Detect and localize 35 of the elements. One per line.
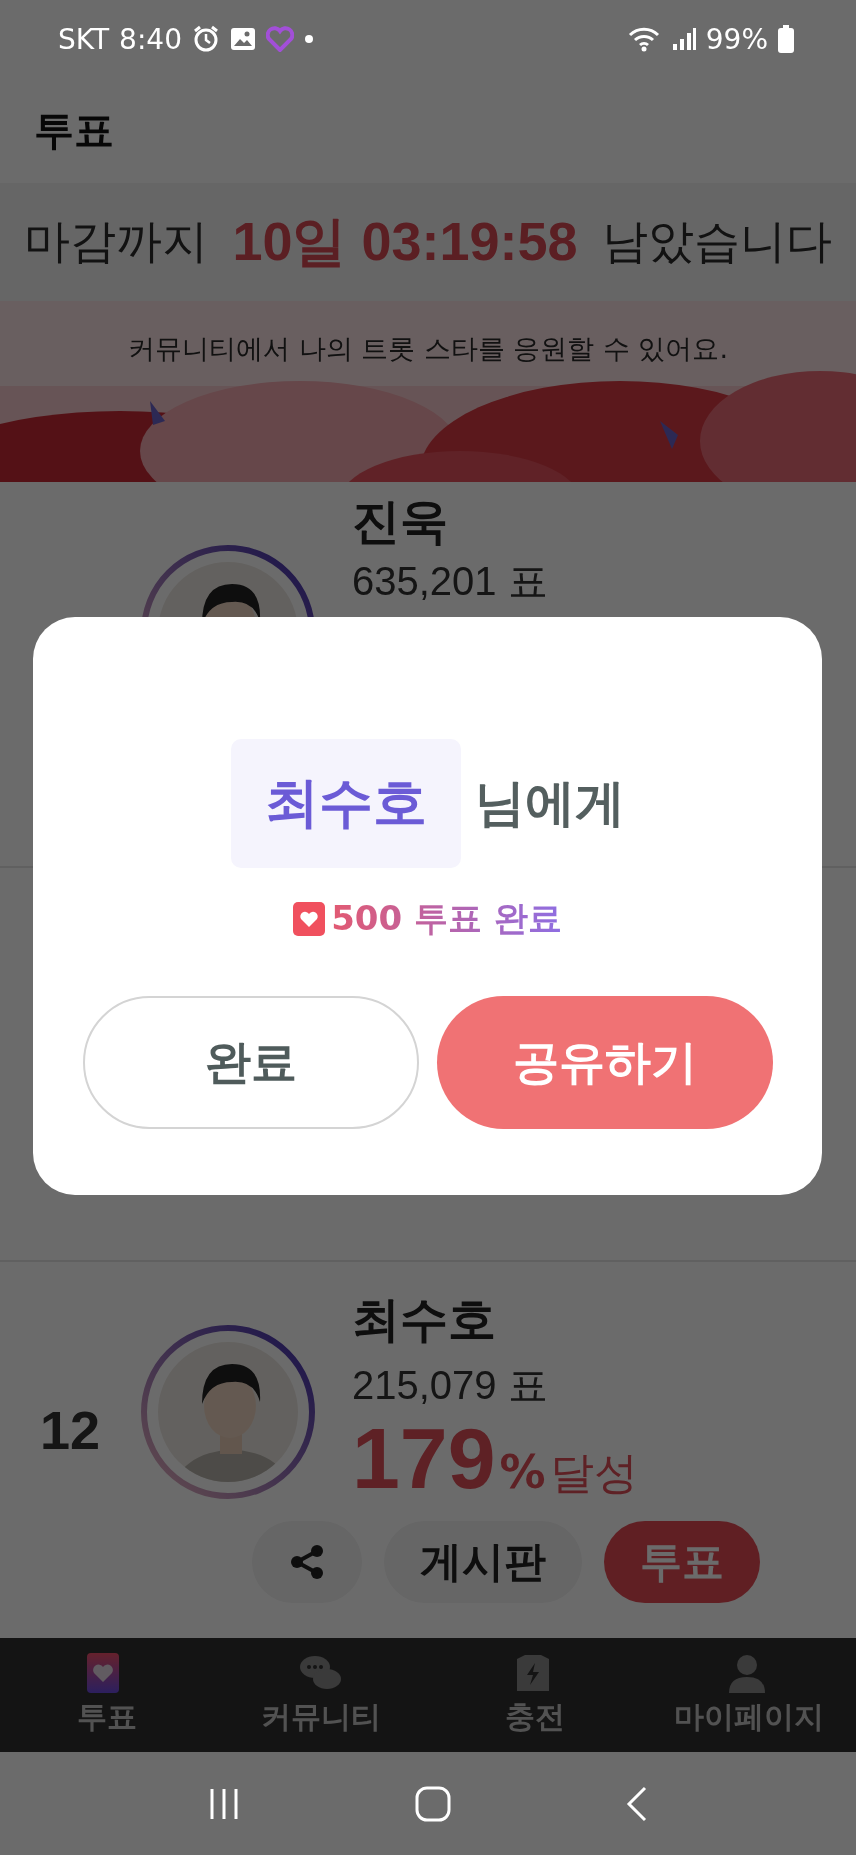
battery-icon: [778, 25, 794, 53]
carrier-text: SKT: [58, 22, 110, 56]
page-title: 투표: [34, 106, 114, 155]
back-icon[interactable]: [626, 1785, 649, 1822]
alarm-clock-icon: [191, 25, 220, 53]
done-button[interactable]: 완료: [82, 996, 419, 1129]
rank-number: 12: [38, 1399, 102, 1461]
candidate-name: 진욱: [352, 492, 449, 551]
heart-logo-icon: [265, 26, 294, 52]
recipient-suffix: 님에게: [474, 773, 625, 834]
nav-tab[interactable]: 충전: [428, 1638, 642, 1752]
image-icon: [229, 27, 256, 51]
recipient-name: 최수호: [230, 739, 461, 868]
clock-text: 8:40: [119, 22, 182, 56]
vote-count: 215,079 표: [352, 1362, 549, 1409]
banner-text: 커뮤니티에서 나의 트롯 스타를 응원할 수 있어요.: [126, 332, 730, 366]
achievement-percent: 179: [352, 1415, 496, 1501]
achievement-label: 달성: [549, 1446, 638, 1500]
countdown-label: 남았습니다: [601, 213, 832, 270]
wifi-icon: [627, 26, 662, 52]
nav-tab[interactable]: 커뮤니티: [214, 1638, 428, 1752]
signal-icon: [671, 27, 696, 51]
share-button[interactable]: 공유하기: [436, 996, 773, 1129]
battery-text: 99%: [705, 22, 768, 56]
percent-sign: %: [499, 1445, 546, 1499]
home-icon[interactable]: [415, 1785, 451, 1822]
nav-tab[interactable]: 마이페이지: [642, 1638, 856, 1752]
nav-tab[interactable]: 투표: [0, 1638, 214, 1752]
dot-icon: [303, 34, 314, 44]
board-button[interactable]: 게시판: [384, 1521, 582, 1603]
countdown-label: 마감까지: [24, 213, 209, 270]
countdown-time: 10일 03:19:58: [232, 209, 578, 273]
vote-count: 635,201 표: [352, 558, 548, 605]
candidate-name: 최수호: [352, 1290, 497, 1349]
vote-button[interactable]: 투표: [604, 1521, 760, 1603]
